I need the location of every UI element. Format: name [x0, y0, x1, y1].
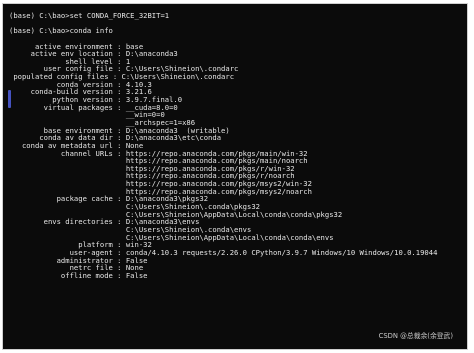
screenshot-frame: (base) C:\bao>set CONDA_FORCE_32BIT=1 (ba…	[0, 0, 474, 353]
terminal-window[interactable]: (base) C:\bao>set CONDA_FORCE_32BIT=1 (ba…	[2, 3, 468, 350]
terminal-line: offline mode : False	[9, 270, 148, 280]
terminal-line: (base) C:\bao>set CONDA_FORCE_32BIT=1	[9, 11, 170, 20]
terminal-line: (base) C:\bao>conda info	[9, 26, 113, 36]
terminal-output: (base) C:\bao>set CONDA_FORCE_32BIT=1 (ba…	[9, 12, 437, 279]
watermark-text: CSDN @总裁余(余登武)	[378, 332, 453, 340]
